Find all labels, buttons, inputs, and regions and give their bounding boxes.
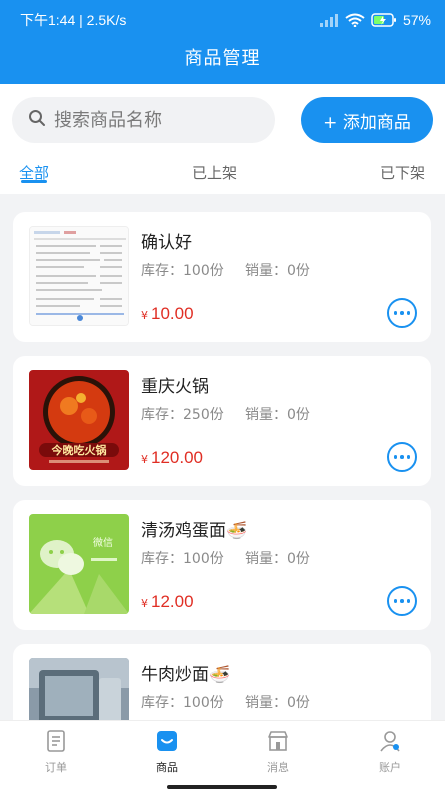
nav-item-account[interactable]: 账户 [350,729,430,775]
product-sales: 销量：0份 [245,407,310,423]
dot-icon [406,311,411,315]
nav-item-orders[interactable]: 订单 [16,729,96,775]
dot-icon [400,311,404,315]
search-icon [28,109,46,131]
currency-symbol: ¥ [141,309,148,322]
search-input[interactable] [54,109,254,131]
battery-percent: 57% [402,12,431,28]
tab-on-shelf[interactable]: 已上架 [192,162,237,183]
nav-label: 消息 [267,761,289,774]
more-options-button[interactable] [387,298,417,328]
product-stock: 库存：100份 [141,695,224,711]
product-stock: 库存：250份 [141,407,224,423]
bottom-nav: 订单 商品 消息 账户 [0,720,445,795]
dot-icon [400,455,404,459]
product-stock: 库存：100份 [141,263,224,279]
product-price: ¥10.00 [141,304,194,324]
search-row: + 添加商品 [0,84,445,156]
product-card[interactable]: 今晚吃火锅 重庆火锅 库存：250份 销量：0份 ¥120.00 [13,356,431,486]
currency-symbol: ¥ [141,453,148,466]
product-image: 微信 [29,514,129,614]
product-name: 重庆火锅 [141,377,209,397]
app-header: 下午1:44 | 2.5K/s 57% 商品管理 [0,0,445,84]
filter-tabs: 全部 已上架 已下架 [0,156,445,194]
search-box[interactable] [12,97,275,143]
account-icon [350,729,430,753]
product-card[interactable]: 牛肉炒面🍜 库存：100份 销量：0份 [13,644,431,720]
battery-icon [371,13,397,27]
page-title: 商品管理 [184,48,261,69]
status-left: 下午1:44 | 2.5K/s [20,10,126,30]
currency-symbol: ¥ [141,597,148,610]
dot-icon [393,599,398,603]
thumb-caption: 今晚吃火锅 [51,443,107,457]
goods-icon [127,729,207,753]
home-indicator[interactable] [167,785,277,789]
status-separator: | [79,12,87,28]
more-options-button[interactable] [387,586,417,616]
product-price: ¥12.00 [141,592,194,612]
status-speed: 2.5K/s [86,12,127,28]
product-price: ¥120.00 [141,448,203,468]
status-time: 下午1:44 [20,12,76,28]
thumb-caption: 微信 [93,536,113,549]
product-name: 确认好 [141,233,192,253]
nav-label: 账户 [379,761,401,774]
product-image: 今晚吃火锅 [29,370,129,470]
price-value: 120.00 [151,448,203,467]
status-right: 57% [319,12,431,28]
product-name: 牛肉炒面🍜 [141,665,231,685]
shop-icon [238,729,318,753]
nav-label: 订单 [45,761,67,774]
price-value: 12.00 [151,592,194,611]
dot-icon [400,599,404,603]
status-bar: 下午1:44 | 2.5K/s 57% [0,0,445,40]
tab-off-shelf[interactable]: 已下架 [380,162,425,183]
nav-item-messages[interactable]: 消息 [238,729,318,775]
product-image [29,226,129,326]
nav-item-goods[interactable]: 商品 [127,729,207,775]
product-sales: 销量：0份 [245,263,310,279]
product-list[interactable]: 确认好 库存：100份 销量：0份 ¥10.00 今晚吃火锅 重庆火锅 库存：2… [0,194,445,720]
more-options-button[interactable] [387,442,417,472]
price-value: 10.00 [151,304,194,323]
product-card[interactable]: 确认好 库存：100份 销量：0份 ¥10.00 [13,212,431,342]
signal-icon [319,13,339,27]
product-sales: 销量：0份 [245,695,310,711]
product-stock: 库存：100份 [141,551,224,567]
dot-icon [393,311,398,315]
wifi-icon [345,13,365,27]
add-product-button[interactable]: + 添加商品 [301,97,433,143]
dot-icon [406,455,411,459]
active-tab-indicator [21,180,47,183]
product-sales: 销量：0份 [245,551,310,567]
nav-label: 商品 [156,761,178,774]
dot-icon [393,455,398,459]
product-card[interactable]: 微信 清汤鸡蛋面🍜 库存：100份 销量：0份 ¥12.00 [13,500,431,630]
orders-icon [16,729,96,753]
product-image [29,658,129,720]
dot-icon [406,599,411,603]
product-name: 清汤鸡蛋面🍜 [141,521,248,541]
